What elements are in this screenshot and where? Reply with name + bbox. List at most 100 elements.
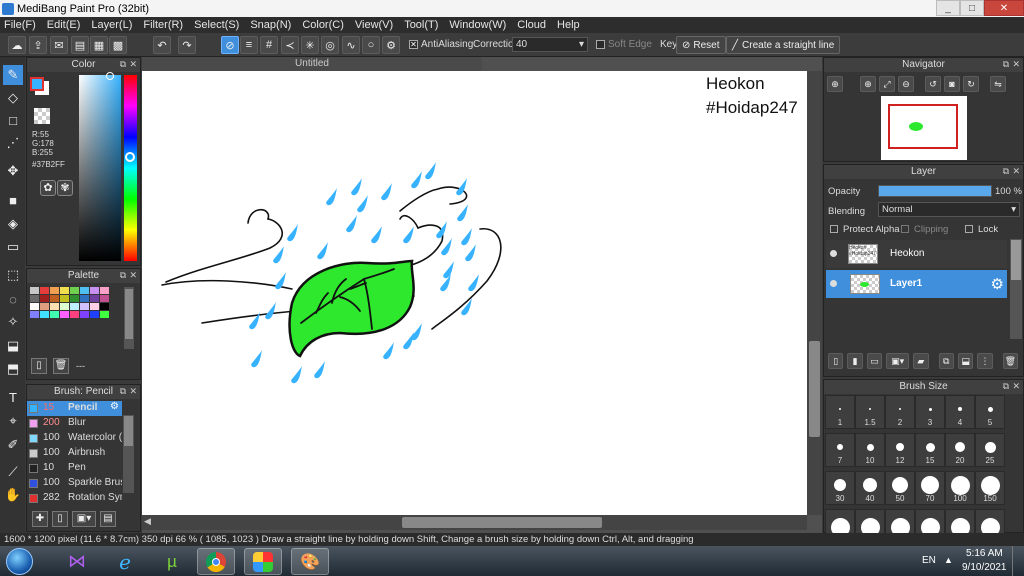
- brush-item[interactable]: 15 Pencil ⚙: [27, 401, 122, 416]
- protect-alpha-checkbox[interactable]: [830, 225, 838, 233]
- rotate-right-icon[interactable]: ↻: [963, 76, 979, 92]
- merge-layer-icon[interactable]: ⬓: [957, 353, 974, 369]
- brush-settings-gear-icon[interactable]: ⚙: [110, 401, 119, 412]
- brush-size-cell[interactable]: 3: [915, 395, 945, 429]
- panel-close-icon[interactable]: ✕: [1012, 59, 1020, 70]
- panel-close-icon[interactable]: ✕: [129, 270, 137, 281]
- drawing-canvas[interactable]: Heokon #Hoidap247: [142, 71, 807, 515]
- bucket-tool-icon[interactable]: ◈: [3, 214, 23, 234]
- brush-size-cell[interactable]: 4: [945, 395, 975, 429]
- palette-swatch[interactable]: [40, 303, 49, 310]
- snap-curve-icon[interactable]: ∿: [342, 36, 360, 54]
- new-layer-icon[interactable]: ▯: [828, 353, 844, 369]
- panel-close-icon[interactable]: ✕: [1012, 166, 1020, 177]
- blending-select[interactable]: Normal ▾: [878, 202, 1020, 217]
- vertical-scroll-thumb[interactable]: [809, 341, 820, 437]
- duplicate-layer-icon[interactable]: ⧉: [938, 353, 954, 369]
- fit-icon[interactable]: ⤢: [879, 76, 895, 92]
- navigator-preview[interactable]: [881, 96, 967, 160]
- operation-tool-icon[interactable]: ⌖: [3, 411, 23, 431]
- palette-swatch[interactable]: [70, 295, 79, 302]
- brush-item[interactable]: 200 Blur: [27, 416, 122, 431]
- grid-icon[interactable]: ▩: [109, 36, 127, 54]
- snap-vanish-icon[interactable]: ≺: [281, 36, 299, 54]
- layer-row[interactable]: Heokon #Hoidap247 Heokon: [826, 240, 1007, 268]
- panel-expand-icon[interactable]: ⧉: [1003, 166, 1009, 177]
- text-tool-icon[interactable]: T: [3, 387, 23, 407]
- antialiasing-checkbox[interactable]: ✕: [409, 40, 418, 49]
- paint-icon[interactable]: 🎨: [291, 548, 329, 575]
- show-desktop-button[interactable]: [1012, 546, 1024, 576]
- palette-swatch[interactable]: [80, 311, 89, 318]
- brush-item[interactable]: 282 Rotation Sym: [27, 491, 122, 506]
- palette-swatch[interactable]: [90, 311, 99, 318]
- fill-rect-tool-icon[interactable]: ■: [3, 190, 23, 210]
- brush-size-cell[interactable]: 10: [855, 433, 885, 467]
- gradient-tool-icon[interactable]: ▭: [3, 237, 23, 257]
- palette-swatch[interactable]: [80, 303, 89, 310]
- clipping-checkbox[interactable]: [901, 225, 909, 233]
- palette-swatch[interactable]: [50, 303, 59, 310]
- utorrent-icon[interactable]: µ: [153, 548, 191, 575]
- visual-studio-icon[interactable]: ⋈: [58, 548, 96, 575]
- brush-size-cell[interactable]: 12: [885, 433, 915, 467]
- palette-swatch[interactable]: [70, 287, 79, 294]
- menu-layer[interactable]: Layer(L): [91, 19, 132, 31]
- minimize-button[interactable]: _: [936, 0, 960, 16]
- palette-swatch[interactable]: [100, 303, 109, 310]
- internet-explorer-icon[interactable]: e: [106, 548, 144, 575]
- language-indicator[interactable]: EN: [922, 555, 936, 566]
- eye-icon[interactable]: [830, 250, 837, 257]
- brush-size-cell[interactable]: 100: [945, 471, 975, 505]
- primary-color-swatch[interactable]: [30, 77, 44, 91]
- panel-close-icon[interactable]: ✕: [129, 59, 137, 70]
- opacity-slider[interactable]: [878, 185, 992, 197]
- palette-swatch[interactable]: [90, 295, 99, 302]
- snap-cross-icon[interactable]: #: [260, 36, 278, 54]
- menu-cloud[interactable]: Cloud: [517, 19, 546, 31]
- palette-swatch[interactable]: [50, 295, 59, 302]
- palette-swatch[interactable]: [50, 311, 59, 318]
- palette-swatch[interactable]: [80, 287, 89, 294]
- palette-swatch[interactable]: [70, 311, 79, 318]
- snap-parallel-icon[interactable]: ≡: [240, 36, 258, 54]
- eyedropper-tool-icon[interactable]: ⟋: [3, 462, 23, 482]
- menu-color[interactable]: Color(C): [302, 19, 344, 31]
- document-tab[interactable]: Untitled: [142, 57, 482, 71]
- start-button[interactable]: [6, 548, 33, 575]
- palette-swatch[interactable]: [90, 303, 99, 310]
- snap-ring-icon[interactable]: ○: [362, 36, 380, 54]
- layer-scrollbar[interactable]: [1010, 239, 1022, 339]
- correction-select[interactable]: 40 ▾: [512, 37, 588, 52]
- menu-file[interactable]: File(F): [4, 19, 36, 31]
- brush-tool-icon[interactable]: ✎: [3, 65, 23, 85]
- palette-swatch[interactable]: [100, 311, 109, 318]
- palette-swatch[interactable]: [60, 303, 69, 310]
- brush-size-cell[interactable]: 40: [855, 471, 885, 505]
- layer-scroll-thumb[interactable]: [1011, 240, 1021, 280]
- palette-swatch[interactable]: [30, 287, 39, 294]
- layer-menu-icon[interactable]: ⋮: [977, 353, 993, 369]
- brush-size-cell[interactable]: 20: [945, 433, 975, 467]
- brush-size-cell[interactable]: 50: [885, 471, 915, 505]
- new-8bit-layer-icon[interactable]: ▭: [866, 353, 883, 369]
- dot-pen-tool-icon[interactable]: ⋰: [3, 133, 23, 153]
- layer-row[interactable]: Layer1 ⚙: [826, 270, 1007, 298]
- panel-expand-icon[interactable]: ⧉: [1003, 381, 1009, 392]
- snap-radial-icon[interactable]: ✳: [301, 36, 319, 54]
- brush-size-cell[interactable]: 25: [975, 433, 1005, 467]
- palette-swatch[interactable]: [40, 311, 49, 318]
- straight-line-button[interactable]: ╱ Create a straight line: [726, 36, 841, 54]
- divide-tool-icon[interactable]: ✐: [3, 435, 23, 455]
- palette-swatch[interactable]: [60, 295, 69, 302]
- hue-cursor[interactable]: [125, 152, 135, 162]
- cloud-icon[interactable]: ☁: [8, 36, 26, 54]
- saturation-value-picker[interactable]: [79, 75, 121, 261]
- magic-wand-tool-icon[interactable]: ✧: [3, 312, 23, 332]
- brush-size-cell[interactable]: 1: [825, 395, 855, 429]
- layer-settings-gear-icon[interactable]: ⚙: [991, 275, 1004, 293]
- panel-close-icon[interactable]: ✕: [1012, 381, 1020, 392]
- menu-select[interactable]: Select(S): [194, 19, 239, 31]
- brush-settings-icon[interactable]: ▤: [100, 511, 116, 527]
- move-tool-icon[interactable]: ✥: [3, 161, 23, 181]
